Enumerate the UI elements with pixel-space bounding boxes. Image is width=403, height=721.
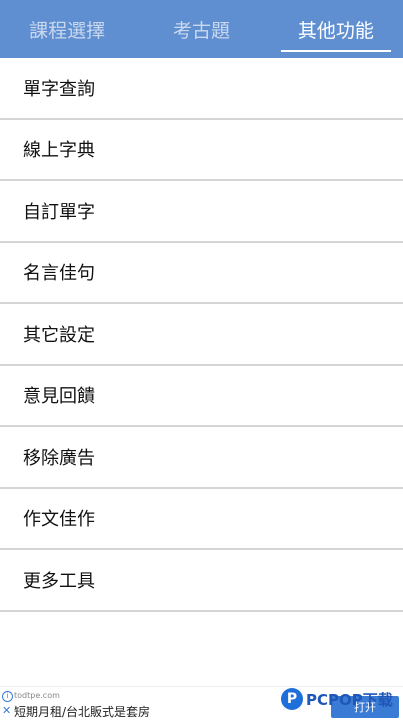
tab-past-exams[interactable]: 考古題 — [134, 0, 268, 58]
menu-item-famous-quotes[interactable]: 名言佳句 — [0, 242, 403, 304]
menu-item-feedback[interactable]: 意見回饋 — [0, 365, 403, 427]
watermark-logo-icon: P — [281, 688, 303, 710]
ad-info-icon[interactable]: i — [2, 691, 13, 702]
ad-close-icon[interactable]: ✕ — [2, 705, 11, 717]
tab-course-selection[interactable]: 課程選擇 — [0, 0, 134, 58]
menu-item-remove-ads[interactable]: 移除廣告 — [0, 427, 403, 489]
menu-item-other-settings[interactable]: 其它設定 — [0, 304, 403, 366]
menu-item-custom-words[interactable]: 自訂單字 — [0, 181, 403, 243]
watermark-text: PCPOP下载 — [306, 690, 393, 709]
menu-item-more-tools[interactable]: 更多工具 — [0, 550, 403, 612]
menu-item-word-lookup[interactable]: 單字查詢 — [0, 58, 403, 120]
tab-other-functions[interactable]: 其他功能 — [269, 0, 403, 58]
watermark: P PCPOP下载 — [281, 684, 393, 714]
function-menu-list: 單字查詢 線上字典 自訂單字 名言佳句 其它設定 意見回饋 移除廣告 作文佳作 … — [0, 58, 403, 612]
menu-item-online-dictionary[interactable]: 線上字典 — [0, 119, 403, 181]
top-tab-bar: 課程選擇 考古題 其他功能 — [0, 0, 403, 58]
ad-title[interactable]: 短期月租/台北販式是套房 — [14, 703, 150, 720]
ad-domain: todtpe.com — [14, 691, 60, 700]
menu-item-sample-essays[interactable]: 作文佳作 — [0, 488, 403, 550]
